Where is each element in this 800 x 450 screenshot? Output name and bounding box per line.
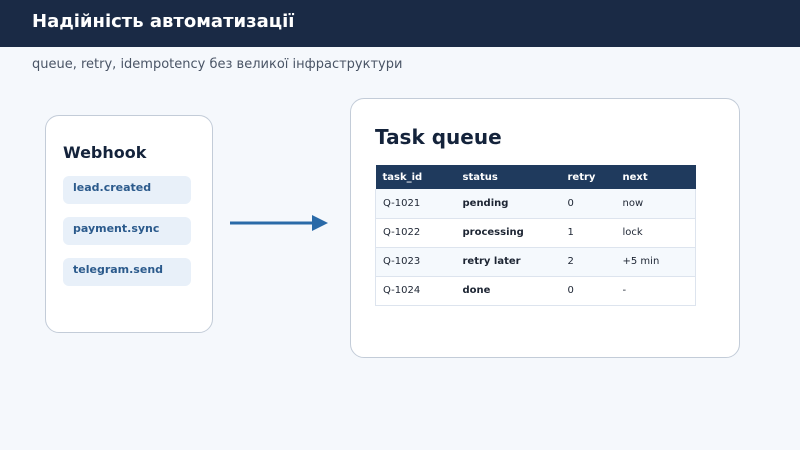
cell-next: now [615, 189, 696, 219]
cell-retry: 0 [560, 276, 616, 306]
page-subtitle: queue, retry, idempotency без великої ін… [32, 57, 403, 72]
task-queue-title: Task queue [375, 125, 502, 149]
task-table: task_id status retry next Q-1021 pending… [375, 165, 696, 306]
cell-task-id: Q-1021 [375, 189, 456, 219]
cell-next: +5 min [615, 247, 696, 277]
table-header-row: task_id status retry next [375, 165, 696, 189]
cell-retry: 1 [560, 218, 616, 248]
event-telegram-send: telegram.send [63, 258, 191, 286]
cell-status: retry later [455, 247, 561, 277]
page-title: Надійність автоматизації [32, 11, 295, 32]
column-header-status: status [455, 165, 561, 189]
table-row: Q-1023 retry later 2 +5 min [375, 247, 696, 277]
webhook-title: Webhook [63, 143, 147, 162]
header-bar: Надійність автоматизації [0, 0, 800, 47]
cell-task-id: Q-1022 [375, 218, 456, 248]
cell-next: - [615, 276, 696, 306]
column-header-task-id: task_id [375, 165, 456, 189]
column-header-next: next [615, 165, 696, 189]
table-row: Q-1024 done 0 - [375, 276, 696, 306]
cell-status: processing [455, 218, 561, 248]
cell-task-id: Q-1024 [375, 276, 456, 306]
cell-status: pending [455, 189, 561, 219]
table-row: Q-1022 processing 1 lock [375, 218, 696, 248]
column-header-retry: retry [560, 165, 616, 189]
event-lead-created: lead.created [63, 176, 191, 204]
cell-retry: 2 [560, 247, 616, 277]
flow-arrow-icon [230, 215, 328, 231]
cell-next: lock [615, 218, 696, 248]
table-row: Q-1021 pending 0 now [375, 189, 696, 219]
cell-status: done [455, 276, 561, 306]
event-payment-sync: payment.sync [63, 217, 191, 245]
cell-task-id: Q-1023 [375, 247, 456, 277]
task-queue-card: Task queue task_id status retry next Q-1… [350, 98, 740, 358]
cell-retry: 0 [560, 189, 616, 219]
webhook-card: Webhook lead.created payment.sync telegr… [45, 115, 213, 333]
